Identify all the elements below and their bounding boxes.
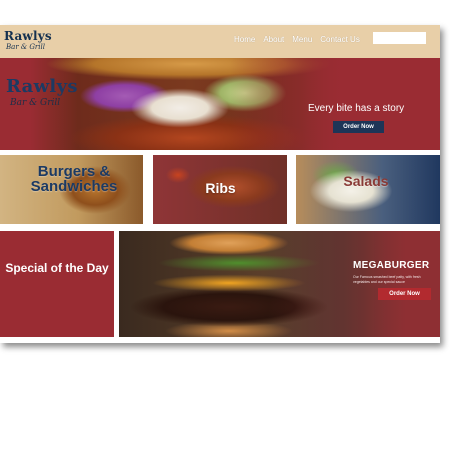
hero-logo-subtitle: Bar & Grill bbox=[10, 98, 61, 108]
main-nav: Home About Menu Contact Us bbox=[234, 35, 360, 44]
hero-logo: Rawlys Bar & Grill bbox=[6, 76, 78, 108]
header-logo[interactable]: Rawlys Bar & Grill bbox=[4, 29, 52, 55]
megaburger-order-now-button[interactable]: Order Now bbox=[378, 288, 431, 300]
category-ribs-title: Ribs bbox=[205, 180, 236, 196]
category-salads-title: Salads bbox=[343, 173, 389, 189]
hero-order-now-button[interactable]: Order Now bbox=[333, 121, 384, 133]
megaburger-title: MEGABURGER bbox=[353, 260, 430, 271]
logo-subtitle: Bar & Grill bbox=[6, 43, 45, 51]
nav-about[interactable]: About bbox=[263, 35, 284, 44]
site-header: Rawlys Bar & Grill Home About Menu Conta… bbox=[0, 25, 440, 58]
hero-tagline: Every bite has a story bbox=[308, 103, 405, 114]
hero-banner: Rawlys Bar & Grill Every bite has a stor… bbox=[0, 58, 440, 150]
megaburger-feature: MEGABURGER Our Famous smashed beef patty… bbox=[119, 231, 440, 337]
nav-contact-us[interactable]: Contact Us bbox=[320, 35, 360, 44]
category-ribs[interactable]: Ribs bbox=[153, 155, 287, 224]
megaburger-description: Our Famous smashed beef patty, with fres… bbox=[353, 275, 421, 284]
logo-name: Rawlys bbox=[4, 29, 52, 43]
category-burgers-sandwiches[interactable]: Burgers & Sandwiches bbox=[0, 155, 143, 224]
special-of-the-day-panel: Special of the Day bbox=[0, 231, 114, 337]
page: Rawlys Bar & Grill Home About Menu Conta… bbox=[0, 25, 440, 343]
category-salads[interactable]: Salads bbox=[296, 155, 440, 224]
special-title: Special of the Day bbox=[5, 261, 109, 275]
search-input[interactable] bbox=[373, 32, 426, 44]
nav-home[interactable]: Home bbox=[234, 35, 255, 44]
category-burgers-title: Burgers & Sandwiches bbox=[30, 163, 118, 195]
hero-logo-name: Rawlys bbox=[6, 76, 78, 97]
nav-menu[interactable]: Menu bbox=[292, 35, 312, 44]
